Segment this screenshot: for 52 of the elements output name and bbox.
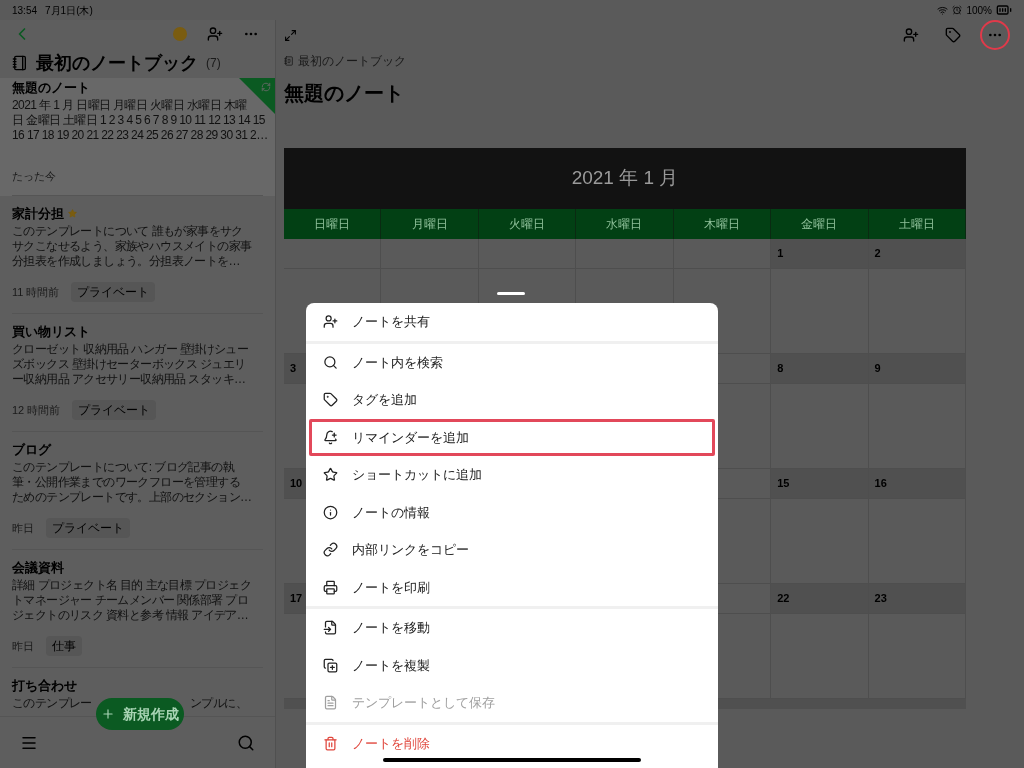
battery-level: 100%: [966, 3, 992, 18]
note-title: 家計分担: [12, 205, 64, 223]
notebook-title: 最初のノートブック: [36, 51, 198, 75]
calendar-title: 2021 年 1 月: [284, 148, 966, 209]
status-date: 7月1日(木): [45, 3, 93, 18]
note-snippet: 日 金曜日 土曜日 1 2 3 4 5 6 7 8 9 10 11 12 13 14 15: [12, 112, 265, 128]
note-title: 買い物リスト: [12, 323, 90, 341]
date-cell: 9: [868, 354, 966, 384]
menu-item[interactable]: 内部リンクをコピー: [309, 531, 715, 569]
note-snippet: 分担表を作成しましょう。分担表ノートを…: [12, 253, 240, 269]
note-title: ブログ: [12, 441, 51, 459]
menu-item[interactable]: ノートを共有: [309, 303, 715, 341]
note-snippet: ズボックス 壁掛けセーターボックス ジュエリ: [12, 356, 246, 372]
menu-item[interactable]: ノートを削除: [309, 724, 715, 762]
note-tag[interactable]: プライベート: [46, 518, 130, 538]
note-snippet: このテンプレー: [12, 695, 92, 711]
note-item[interactable]: 無題のノート 2021 年 1 月 日曜日 月曜日 火曜日 水曜日 木曜 日 金曜日 土曜日 1 2 3 4 5 6 7 8 9 10 11 12 13 14 15 16 17 18 19 20 21 22 23 24 25 26 27 28 29 30 31 2… たった今: [0, 78, 275, 196]
note-time: 昨日: [12, 638, 34, 654]
note-tag[interactable]: プライベート: [72, 400, 157, 420]
note-snippet: 16 17 18 19 20 21 22 23 24 25 26 27 28 29 30 31 2…: [12, 127, 268, 143]
note-title: 打ち合わせ: [12, 677, 77, 695]
note-tag[interactable]: プライベート: [71, 282, 156, 302]
note-snippet: ジェクトのリスク 資料と参考 情報 アイデア…: [12, 607, 249, 623]
note-title[interactable]: 無題のノート: [284, 78, 1016, 108]
new-note-button[interactable]: 新規作成: [96, 698, 184, 730]
date-cell: 1: [771, 239, 869, 269]
weekday-header: 月曜日: [381, 209, 479, 239]
note-tag[interactable]: 仕事: [46, 636, 82, 656]
date-cell: 2: [868, 239, 966, 269]
note-snippet: このテンプレートについて 誰もが家事をサク: [12, 223, 243, 239]
note-title: 無題のノート: [12, 79, 90, 97]
date-cell: 22: [771, 584, 869, 614]
note-snippet: ー収納用品 アクセサリー収納用品 スタッキ…: [12, 371, 246, 387]
date-cell: 16: [868, 469, 966, 499]
date-cell: 15: [771, 469, 869, 499]
menu-item[interactable]: タグを追加: [309, 381, 715, 419]
note-snippet: サクこなせるよう、家族やハウスメイトの家事: [12, 238, 252, 254]
note-time: 昨日: [12, 520, 34, 536]
menu-item[interactable]: ノートを複製: [309, 646, 715, 684]
weekday-header: 水曜日: [576, 209, 674, 239]
weekday-header: 火曜日: [478, 209, 577, 239]
weekday-header: 木曜日: [673, 209, 772, 239]
note-snippet: 2021 年 1 月 日曜日 月曜日 火曜日 水曜日 木曜: [12, 97, 247, 113]
weekday-header: 日曜日: [284, 209, 382, 239]
note-snippet: ンプルに、: [190, 695, 247, 711]
note-title: 会議資料: [12, 559, 64, 577]
date-cell: 23: [868, 584, 966, 614]
status-time: 13:54: [12, 3, 38, 18]
menu-item[interactable]: リマインダーを追加: [309, 418, 715, 456]
note-time: たった今: [12, 168, 56, 184]
date-cell: 8: [771, 354, 869, 384]
note-count: (7): [206, 55, 221, 72]
